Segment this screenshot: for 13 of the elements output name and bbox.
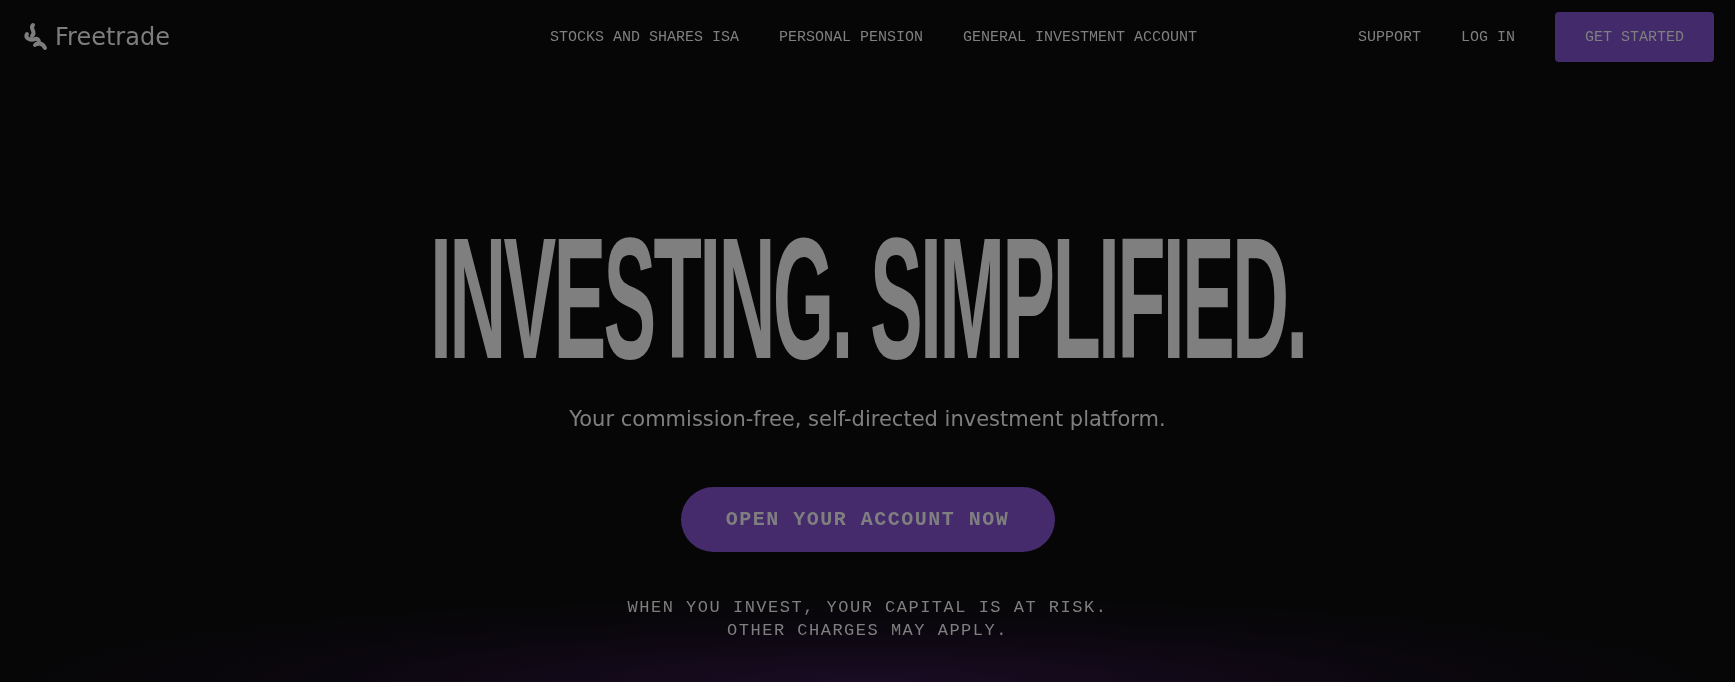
subtitle: Your commission-free, self-directed investment platform. <box>569 407 1166 431</box>
logo-icon[interactable] <box>23 22 49 52</box>
get-started-button[interactable]: GET STARTED <box>1555 12 1714 62</box>
nav-link[interactable]: LOG IN <box>1461 28 1515 46</box>
headline: INVESTING. SIMPLIFIED. <box>429 232 1306 364</box>
risk-disclaimer: WHEN YOU INVEST, YOUR CAPITAL IS AT RISK. <box>627 598 1108 617</box>
risk-disclaimer: OTHER CHARGES MAY APPLY. <box>727 621 1008 640</box>
logo-wordmark[interactable]: Freetrade <box>55 23 170 51</box>
nav-link[interactable]: STOCKS AND SHARES ISA <box>550 28 740 46</box>
open-account-button[interactable]: OPEN YOUR ACCOUNT NOW <box>680 487 1055 552</box>
nav-link[interactable]: PERSONAL PENSION <box>779 28 924 46</box>
nav-link[interactable]: SUPPORT <box>1357 28 1421 46</box>
nav-link[interactable]: GENERAL INVESTMENT ACCOUNT <box>963 28 1198 46</box>
